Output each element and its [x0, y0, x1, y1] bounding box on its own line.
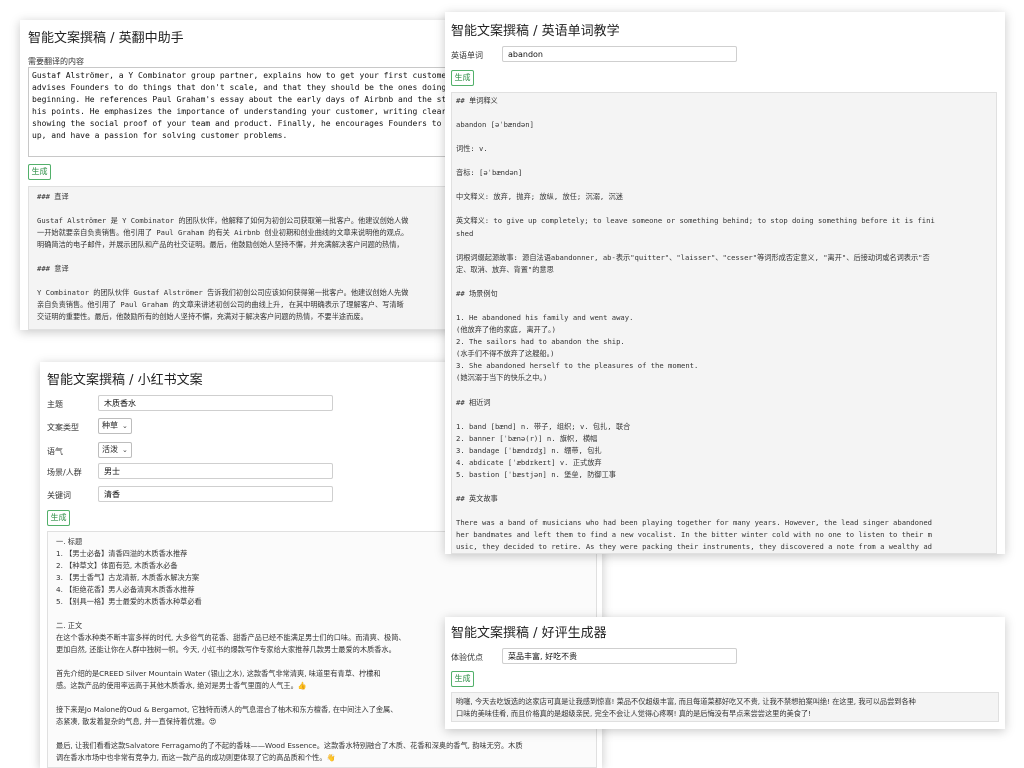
tone-label: 语气: [47, 447, 63, 456]
vocab-title: 智能文案撰稿 / 英语单词教学: [451, 24, 620, 39]
keyword-label: 关键词: [47, 491, 71, 500]
tone-select-value: 活泼: [102, 445, 118, 454]
xhs-generate-button[interactable]: 生成: [47, 510, 70, 526]
review-output-line: 口味的美味佳肴, 而且价格真的是超级亲民, 完全不会让人觉得心疼啊! 真的是后悔…: [456, 709, 812, 718]
translator-generate-button[interactable]: 生成: [28, 164, 51, 180]
vocab-output-line: [456, 481, 992, 493]
translator-input-line: beginning. He references Paul Graham's e…: [32, 95, 447, 104]
vocab-output-line: [456, 203, 992, 215]
type-select[interactable]: 种草 ⌄: [98, 418, 132, 434]
translator-output-line: 一开始就要亲自负责销售。他引用了 Paul Graham 的有关 Airbnb …: [37, 228, 409, 237]
translator-output-line: Gustaf Alströmer 是 Y Combinator 的团队伙伴，他解…: [37, 216, 409, 225]
vocab-output-line: ## 英文故事: [456, 494, 498, 504]
vocab-output-line: ## 相近词: [456, 397, 491, 407]
vocab-output-line: 定、取消、放弃、背置"的意思: [456, 264, 554, 274]
translator-card: 智能文案撰稿 / 英翻中助手 需要翻译的内容 Gustaf Alströmer,…: [20, 20, 490, 330]
vocab-output-line: 2. The sailors had to abandon the ship.: [456, 337, 625, 347]
vocab-output-line: 词根词缀起源故事: 源自法语abandonner, ab-表示"quitter"…: [456, 252, 930, 262]
xhs-output-line: [56, 728, 588, 740]
translator-input-line: Gustaf Alströmer, a Y Combinator group p…: [32, 71, 447, 80]
translator-input-textarea[interactable]: Gustaf Alströmer, a Y Combinator group p…: [28, 67, 490, 157]
vocab-output-line: her bandmates and left them to find a ne…: [456, 530, 932, 540]
vocab-output-line: 英文释义: to give up completely; to leave so…: [456, 216, 935, 226]
vocab-output-line: 3. bandage [ˈbændɪdʒ] n. 绷带, 包扎: [456, 445, 602, 455]
type-label: 文案类型: [47, 423, 79, 432]
review-title: 智能文案撰稿 / 好评生成器: [451, 626, 607, 641]
translator-output: ### 直译 Gustaf Alströmer 是 Y Combinator 的团…: [28, 186, 490, 330]
vocab-output-line: [456, 240, 992, 252]
xhs-output-line: 3. 【男士香气】古龙清新, 木质香水解决方案: [56, 573, 200, 582]
vocab-output-line: [456, 300, 992, 312]
vocab-output-line: 4. abdicate [ˈæbdɪkeɪt] v. 正式放弃: [456, 457, 602, 467]
vocab-card: 智能文案撰稿 / 英语单词教学 英语单词 abandon 生成 ## 单词释义 a…: [445, 12, 1005, 554]
tone-select[interactable]: 活泼 ⌄: [98, 442, 132, 458]
translator-input-line: up, and have a passion for solving custo…: [32, 131, 288, 140]
translator-output-line: 交证明的重要性。最后，他鼓励所有的创始人坚持不懈，充满对于解决客户问题的热情，不…: [37, 312, 368, 321]
vocab-output-line: (他放弃了他的家庭, 离开了。): [456, 325, 556, 335]
review-exp-input[interactable]: 菜品丰富, 好吃不贵: [502, 648, 737, 664]
review-card: 智能文案撰稿 / 好评生成器 体验优点 菜品丰富, 好吃不贵 生成 哟噻, 今天…: [445, 617, 1005, 729]
translator-output-line: ### 直译: [37, 192, 69, 201]
vocab-output-line: 2. banner [ˈbænə(r)] n. 旗帜, 横幅: [456, 433, 598, 443]
translator-output-line: 亲自负责销售。他引用了 Paul Graham 的文章来讲述初创公司的曲线上升,…: [37, 300, 404, 309]
vocab-output-line: [456, 385, 992, 397]
review-exp-label: 体验优点: [451, 653, 483, 662]
xhs-output-line: 调在香水市场中也非常有竞争力, 而这一款产品的成功则更体现了它的高品质和个性。👋: [56, 753, 336, 762]
vocab-output-line: 音标: [əˈbændən]: [456, 168, 523, 178]
vocab-word-label: 英语单词: [451, 51, 483, 60]
translator-output-line: [37, 275, 489, 287]
vocab-output-line: [456, 276, 992, 288]
chevron-down-icon: ⌄: [122, 422, 128, 430]
vocab-output-line: 3. She abandoned herself to the pleasure…: [456, 361, 699, 371]
vocab-output-line: (她沉溺于当下的快乐之中。): [456, 373, 548, 383]
vocab-output-line: 5. bastion [ˈbæstjən] n. 堡垒, 防御工事: [456, 469, 616, 479]
vocab-output-line: shed: [456, 228, 474, 238]
vocab-output-line: [456, 505, 992, 517]
vocab-output-line: [456, 409, 992, 421]
topic-label: 主题: [47, 400, 63, 409]
vocab-output-line: [456, 131, 992, 143]
review-output: 哟噻, 今天去吃饭选的这家店可真是让我感到惊喜! 菜品不仅超级丰富, 而且每道菜…: [451, 692, 999, 722]
vocab-output-line: 词性: v.: [456, 144, 488, 154]
topic-input[interactable]: 木质香水: [98, 395, 333, 411]
audience-label: 场景/人群: [47, 468, 82, 477]
xhs-output-line: 最后, 让我们看看这款Salvatore Ferragamo的了不起的香味——W…: [56, 741, 523, 750]
vocab-output-line: abandon [əˈbændən]: [456, 120, 534, 130]
vocab-output-line: 1. band [bænd] n. 带子, 组织; v. 包扎, 联合: [456, 421, 631, 431]
xhs-output-line: 5. 【别具一格】男士最爱的木质香水种草必看: [56, 597, 202, 606]
type-select-value: 种草: [102, 421, 118, 430]
vocab-output: ## 单词释义 abandon [əˈbændən] 词性: v. 音标: [əˈbæ…: [451, 92, 997, 554]
vocab-output-line: ## 单词释义: [456, 96, 498, 105]
translator-output-line: 明确简洁的电子邮件，并展示团队和产品的社交证明。最后，他鼓励创始人坚持不懈，并充…: [37, 240, 404, 249]
translator-input-line: his points. He emphasizes the importance…: [32, 107, 447, 116]
chevron-down-icon: ⌄: [122, 446, 128, 454]
translator-output-line: Y Combinator 的团队伙伴 Gustaf Alströmer 告诉我们…: [37, 288, 409, 297]
vocab-output-line: [456, 179, 992, 191]
review-output-line: 哟噻, 今天去吃饭选的这家店可真是让我感到惊喜! 菜品不仅超级丰富, 而且每道菜…: [456, 697, 916, 706]
vocab-output-line: 中文释义: 放弃, 抛弃; 放纵, 放任; 沉溺, 沉迷: [456, 192, 623, 202]
translator-input-line: showing the social proof of your team an…: [32, 119, 442, 128]
xhs-title: 智能文案撰稿 / 小红书文案: [47, 373, 203, 388]
translator-output-line: ### 意译: [37, 264, 69, 273]
translator-input-line: advises Founders to do things that don't…: [32, 83, 447, 92]
vocab-output-line: [456, 155, 992, 167]
vocab-output-line: ## 场景例句: [456, 288, 498, 298]
xhs-output-line: 2. 【种草文】体面有范, 木质香水必备: [56, 561, 178, 570]
translator-output-line: [37, 251, 489, 263]
translator-title: 智能文案撰稿 / 英翻中助手: [28, 31, 184, 46]
vocab-output-line: 1. He abandoned his family and went away…: [456, 312, 634, 322]
vocab-output-line: usic, they decided to retire. As they we…: [456, 542, 932, 552]
vocab-output-line: (水手们不得不放弃了这艘船。): [456, 349, 555, 359]
review-generate-button[interactable]: 生成: [451, 671, 474, 687]
audience-input[interactable]: 男士: [98, 463, 333, 479]
vocab-word-input[interactable]: abandon: [502, 46, 737, 62]
xhs-output-line: 4. 【拒绝花香】男人必备清爽木质香水推荐: [56, 585, 195, 594]
vocab-generate-button[interactable]: 生成: [451, 70, 474, 86]
translator-input-label: 需要翻译的内容: [28, 57, 84, 66]
translator-output-line: [37, 203, 489, 215]
vocab-output-line: There was a band of musicians who had be…: [456, 518, 932, 528]
vocab-output-line: [456, 107, 992, 119]
keyword-input[interactable]: 清香: [98, 486, 333, 502]
